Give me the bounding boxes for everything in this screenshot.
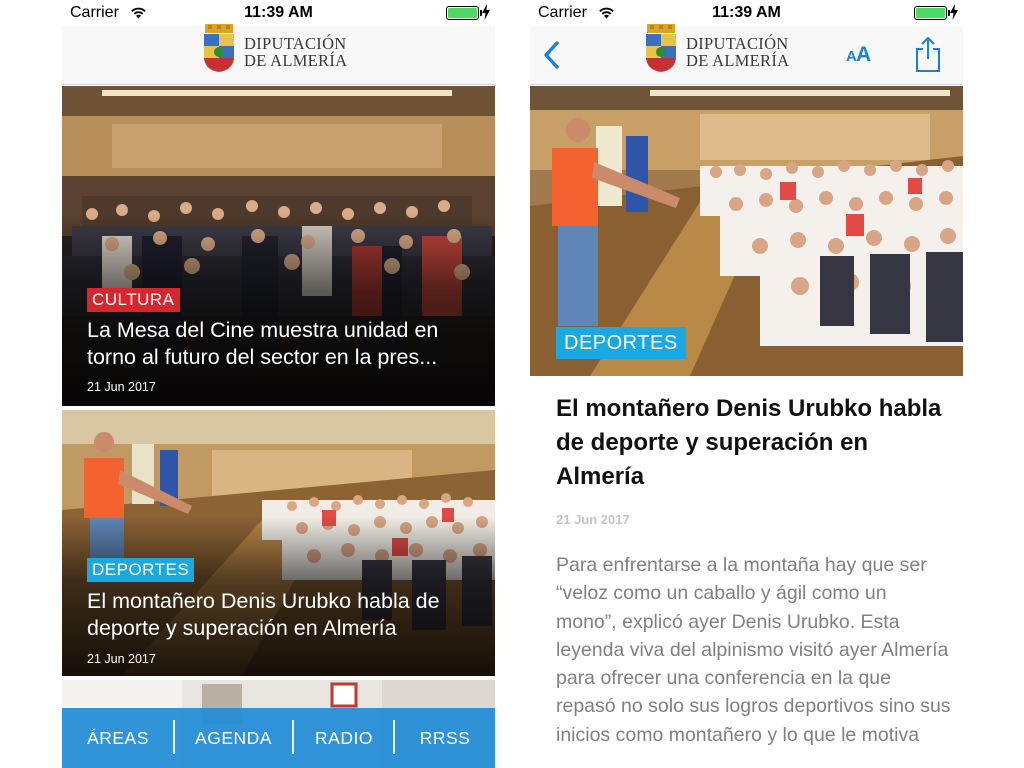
battery-icon	[446, 6, 479, 20]
charging-bolt-icon	[482, 4, 490, 20]
brand-logo[interactable]: DIPUTACIÓN DE ALMERÍA	[202, 22, 362, 78]
category-badge: DEPORTES	[87, 558, 195, 582]
feed-screen: Carrier 11:39 AM DIPUTACIÓN DE ALMERÍA C…	[62, 0, 495, 768]
back-chevron-icon[interactable]	[542, 39, 562, 71]
nav-bar: DIPUTACIÓN DE ALMERÍA A A	[530, 24, 963, 85]
article-title: El montañero Denis Urubko habla de depor…	[556, 395, 942, 490]
tab-radio[interactable]: RADIO	[294, 708, 394, 768]
news-card[interactable]: DEPORTES El montañero Denis Urubko habla…	[62, 410, 495, 676]
article-body: Para enfrentarse a la montaña hay que se…	[556, 554, 951, 746]
font-size-large-a: A	[856, 43, 872, 66]
article-date: 21 Jun 2017	[556, 512, 630, 527]
news-card[interactable]: CULTURA La Mesa del Cine muestra unidad …	[62, 86, 495, 406]
brand-wordmark: DIPUTACIÓN DE ALMERÍA	[686, 35, 789, 69]
tab-areas[interactable]: ÁREAS	[62, 708, 174, 768]
category-badge: DEPORTES	[556, 327, 686, 359]
battery-icon	[914, 6, 947, 20]
news-date: 21 Jun 2017	[87, 380, 156, 394]
clock-label: 11:39 AM	[712, 4, 781, 21]
clock-label: 11:39 AM	[244, 4, 313, 21]
share-icon[interactable]	[914, 35, 942, 73]
news-headline: La Mesa del Cine muestra unidad en torno…	[87, 317, 479, 371]
nav-bar: DIPUTACIÓN DE ALMERÍA	[62, 24, 495, 85]
font-size-icon[interactable]: A A	[844, 42, 874, 66]
tab-bar: ÁREAS AGENDA RADIO RRSS	[62, 708, 495, 768]
article-photo: DEPORTES	[530, 86, 963, 376]
tab-rrss[interactable]: RRSS	[395, 708, 495, 768]
charging-bolt-icon	[950, 4, 958, 20]
brand-wordmark: DIPUTACIÓN DE ALMERÍA	[244, 35, 347, 69]
news-headline: El montañero Denis Urubko habla de depor…	[87, 589, 440, 640]
headline-text: La Mesa del Cine muestra unidad en torno…	[87, 318, 439, 369]
crest-icon	[204, 24, 234, 72]
brand-line-2: DE ALMERÍA	[244, 51, 348, 70]
news-date: 21 Jun 2017	[87, 652, 156, 666]
crest-icon	[646, 24, 676, 72]
category-badge: CULTURA	[87, 288, 180, 312]
tab-agenda[interactable]: AGENDA	[174, 708, 293, 768]
brand-line-2: DE ALMERÍA	[686, 51, 790, 70]
brand-logo[interactable]: DIPUTACIÓN DE ALMERÍA	[644, 22, 804, 78]
article-screen: Carrier 11:39 AM DIPUTACIÓN DE ALMERÍA A…	[530, 0, 963, 768]
